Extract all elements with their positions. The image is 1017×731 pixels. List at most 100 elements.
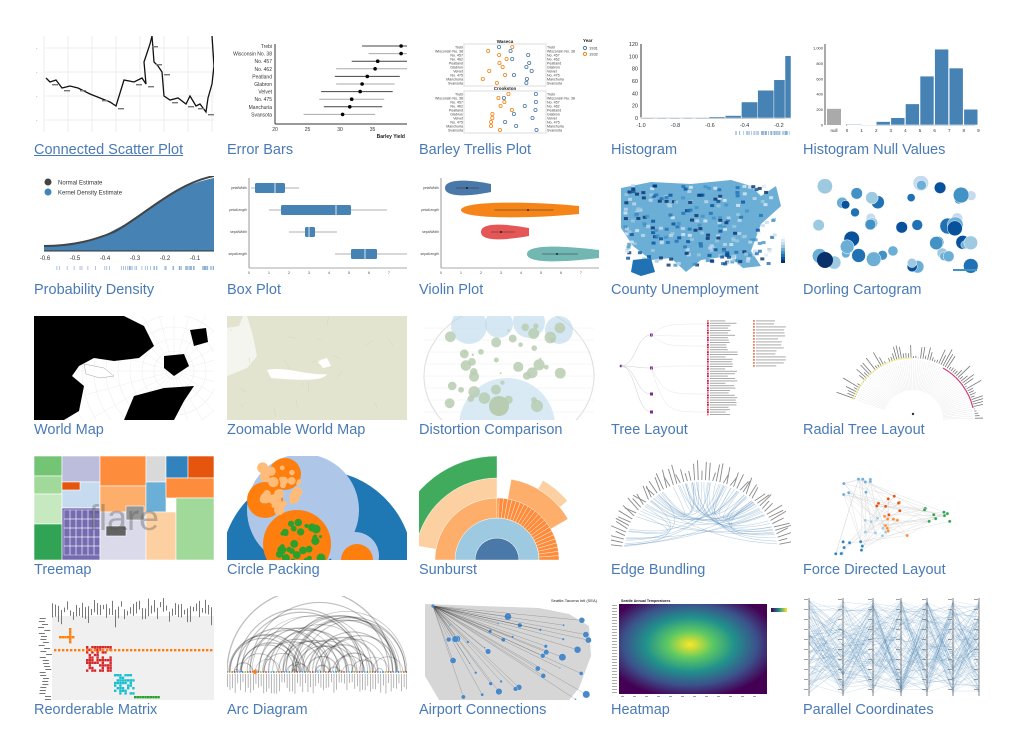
gallery-item-edge-bundling[interactable]: Edge Bundling bbox=[611, 456, 791, 591]
treemap-cell bbox=[146, 456, 166, 482]
thumbnail-probability-density[interactable]: Normal EstimateKernel Density Estimate-0… bbox=[34, 176, 214, 280]
gallery-item-barley-trellis-plot[interactable]: WasecaTrebiTrebiWisconsin No. 38Wisconsi… bbox=[419, 36, 599, 171]
example-link[interactable]: Tree Layout bbox=[611, 422, 688, 438]
gallery-item-zoomable-world-map[interactable]: Zoomable World Map bbox=[227, 316, 407, 451]
gallery-item-arc-diagram[interactable]: Arc Diagram bbox=[227, 596, 407, 731]
example-link[interactable]: Histogram Null Values bbox=[803, 142, 945, 158]
example-link[interactable]: Dorling Cartogram bbox=[803, 282, 921, 298]
graph-node bbox=[934, 517, 937, 520]
gallery-item-tree-layout[interactable]: Tree Layout bbox=[611, 316, 791, 451]
example-link[interactable]: Treemap bbox=[34, 562, 91, 578]
gallery-item-violin-plot[interactable]: petalWidthpetalLengthsepalWidthsepalLeng… bbox=[419, 176, 599, 311]
x-tick: 6 bbox=[933, 128, 936, 133]
example-link[interactable]: Connected Scatter Plot bbox=[34, 142, 183, 158]
airport-dot bbox=[562, 638, 565, 641]
gallery-item-world-map[interactable]: World Map bbox=[34, 316, 214, 451]
thumbnail-world-map[interactable] bbox=[34, 316, 214, 420]
example-link[interactable]: Arc Diagram bbox=[227, 702, 308, 718]
matrix-cell bbox=[124, 690, 126, 692]
thumbnail-error-bars[interactable]: TrebiWisconsin No. 38No. 457No. 462Peatl… bbox=[227, 36, 407, 140]
gallery-item-distortion-comparison[interactable]: Distortion Comparison bbox=[419, 316, 599, 451]
example-link[interactable]: Heatmap bbox=[611, 702, 670, 718]
gallery-item-county-unemployment[interactable]: County Unemployment bbox=[611, 176, 791, 311]
thumbnail-edge-bundling[interactable] bbox=[611, 456, 791, 560]
graph-node bbox=[946, 512, 949, 515]
example-link[interactable]: Force Directed Layout bbox=[803, 562, 946, 578]
thumbnail-arc-diagram[interactable] bbox=[227, 596, 407, 700]
gallery-item-radial-tree-layout[interactable]: Radial Tree Layout bbox=[803, 316, 983, 451]
thumbnail-histogram[interactable]: 020406080100120-1.0-0.8-0.6-0.4-0.2 bbox=[611, 36, 791, 140]
thumbnail-parallel-coordinates[interactable] bbox=[803, 596, 983, 700]
thumbnail-county-unemployment[interactable] bbox=[611, 176, 791, 280]
example-link[interactable]: Reorderable Matrix bbox=[34, 702, 157, 718]
gallery-item-heatmap[interactable]: Seattle Annual Temperatures Heatmap bbox=[611, 596, 791, 731]
thumbnail-histogram-null-values[interactable]: 02004006008001,000null0123456789 bbox=[803, 36, 983, 140]
airport-dot bbox=[484, 647, 486, 649]
gallery-item-box-plot[interactable]: petalWidthpetalLengthsepalWidthsepalLeng… bbox=[227, 176, 407, 311]
example-link[interactable]: Violin Plot bbox=[419, 282, 483, 298]
thumbnail-connected-scatter-plot[interactable]: ···· bbox=[34, 36, 214, 140]
x-tick: 2 bbox=[288, 271, 290, 275]
thumbnail-radial-tree-layout[interactable] bbox=[803, 316, 983, 420]
thumbnail-tree-layout[interactable] bbox=[611, 316, 791, 420]
state-circle bbox=[907, 194, 915, 202]
gallery-item-histogram-null-values[interactable]: 02004006008001,000null0123456789Histogra… bbox=[803, 36, 983, 171]
thumbnail-barley-trellis-plot[interactable]: WasecaTrebiTrebiWisconsin No. 38Wisconsi… bbox=[419, 36, 599, 140]
example-link[interactable]: Sunburst bbox=[419, 562, 477, 578]
example-link[interactable]: Distortion Comparison bbox=[419, 422, 562, 438]
thumbnail-airport-connections[interactable]: Seattle-Tacoma Intl (SEA) bbox=[419, 596, 599, 700]
thumbnail-dorling-cartogram[interactable] bbox=[803, 176, 983, 280]
graph-node bbox=[840, 552, 843, 555]
x-tick: 7 bbox=[948, 128, 951, 133]
example-link[interactable]: Edge Bundling bbox=[611, 562, 705, 578]
thumbnail-heatmap[interactable]: Seattle Annual Temperatures bbox=[611, 596, 791, 700]
example-link[interactable]: County Unemployment bbox=[611, 282, 759, 298]
thumbnail-box-plot[interactable]: petalWidthpetalLengthsepalWidthsepalLeng… bbox=[227, 176, 407, 280]
matrix-cell bbox=[72, 636, 74, 638]
example-link[interactable]: Circle Packing bbox=[227, 562, 320, 578]
matrix-cell bbox=[122, 687, 124, 689]
example-link[interactable]: Error Bars bbox=[227, 142, 293, 158]
example-link[interactable]: Airport Connections bbox=[419, 702, 546, 718]
matrix-cell bbox=[127, 679, 129, 681]
thumbnail-circle-packing[interactable] bbox=[227, 456, 407, 560]
gallery-item-histogram[interactable]: 020406080100120-1.0-0.8-0.6-0.4-0.2 Histo… bbox=[611, 36, 791, 171]
gallery-item-dorling-cartogram[interactable]: Dorling Cartogram bbox=[803, 176, 983, 311]
gallery-item-sunburst[interactable]: Sunburst bbox=[419, 456, 599, 591]
thumbnail-zoomable-world-map[interactable] bbox=[227, 316, 407, 420]
thumbnail-distortion-comparison[interactable] bbox=[419, 316, 599, 420]
thumbnail-violin-plot[interactable]: petalWidthpetalLengthsepalWidthsepalLeng… bbox=[419, 176, 599, 280]
panel-title: Crookston bbox=[494, 86, 517, 91]
gallery-item-airport-connections[interactable]: Seattle-Tacoma Intl (SEA) Airport Connect… bbox=[419, 596, 599, 731]
thumbnail-force-directed-layout[interactable] bbox=[803, 456, 983, 560]
example-link[interactable]: Parallel Coordinates bbox=[803, 702, 934, 718]
matrix-cell bbox=[155, 696, 157, 698]
example-link[interactable]: Probability Density bbox=[34, 282, 154, 298]
thumbnail-graphic: 02004006008001,000null0123456789 bbox=[803, 36, 983, 140]
gallery-item-error-bars[interactable]: TrebiWisconsin No. 38No. 457No. 462Peatl… bbox=[227, 36, 407, 171]
example-link[interactable]: Zoomable World Map bbox=[227, 422, 365, 438]
heatmap-title: Seattle Annual Temperatures bbox=[621, 599, 670, 603]
gallery-item-treemap[interactable]: flare Treemap bbox=[34, 456, 214, 591]
thumbnail-treemap[interactable]: flare bbox=[34, 456, 214, 560]
gallery-item-force-directed-layout[interactable]: Force Directed Layout bbox=[803, 456, 983, 591]
gallery-item-circle-packing[interactable]: Circle Packing bbox=[227, 456, 407, 591]
x-tick: 5 bbox=[540, 271, 542, 275]
example-link[interactable]: World Map bbox=[34, 422, 104, 438]
thumbnail-reorderable-matrix[interactable] bbox=[34, 596, 214, 700]
example-link[interactable]: Box Plot bbox=[227, 282, 281, 298]
treemap-cell bbox=[34, 476, 62, 494]
example-link[interactable]: Radial Tree Layout bbox=[803, 422, 925, 438]
landmass bbox=[227, 316, 407, 420]
airport-dot bbox=[579, 617, 585, 623]
matrix-cell bbox=[99, 646, 101, 648]
gallery-item-probability-density[interactable]: Normal EstimateKernel Density Estimate-0… bbox=[34, 176, 214, 311]
example-link[interactable]: Barley Trellis Plot bbox=[419, 142, 531, 158]
gallery-item-parallel-coordinates[interactable]: Parallel Coordinates bbox=[803, 596, 983, 731]
gallery-item-reorderable-matrix[interactable]: Reorderable Matrix bbox=[34, 596, 214, 731]
thumbnail-sunburst[interactable] bbox=[419, 456, 599, 560]
box bbox=[351, 249, 377, 259]
example-link[interactable]: Histogram bbox=[611, 142, 677, 158]
graph-node bbox=[861, 478, 864, 481]
gallery-item-connected-scatter-plot[interactable]: ···· Connected Scatter Plot bbox=[34, 36, 214, 171]
